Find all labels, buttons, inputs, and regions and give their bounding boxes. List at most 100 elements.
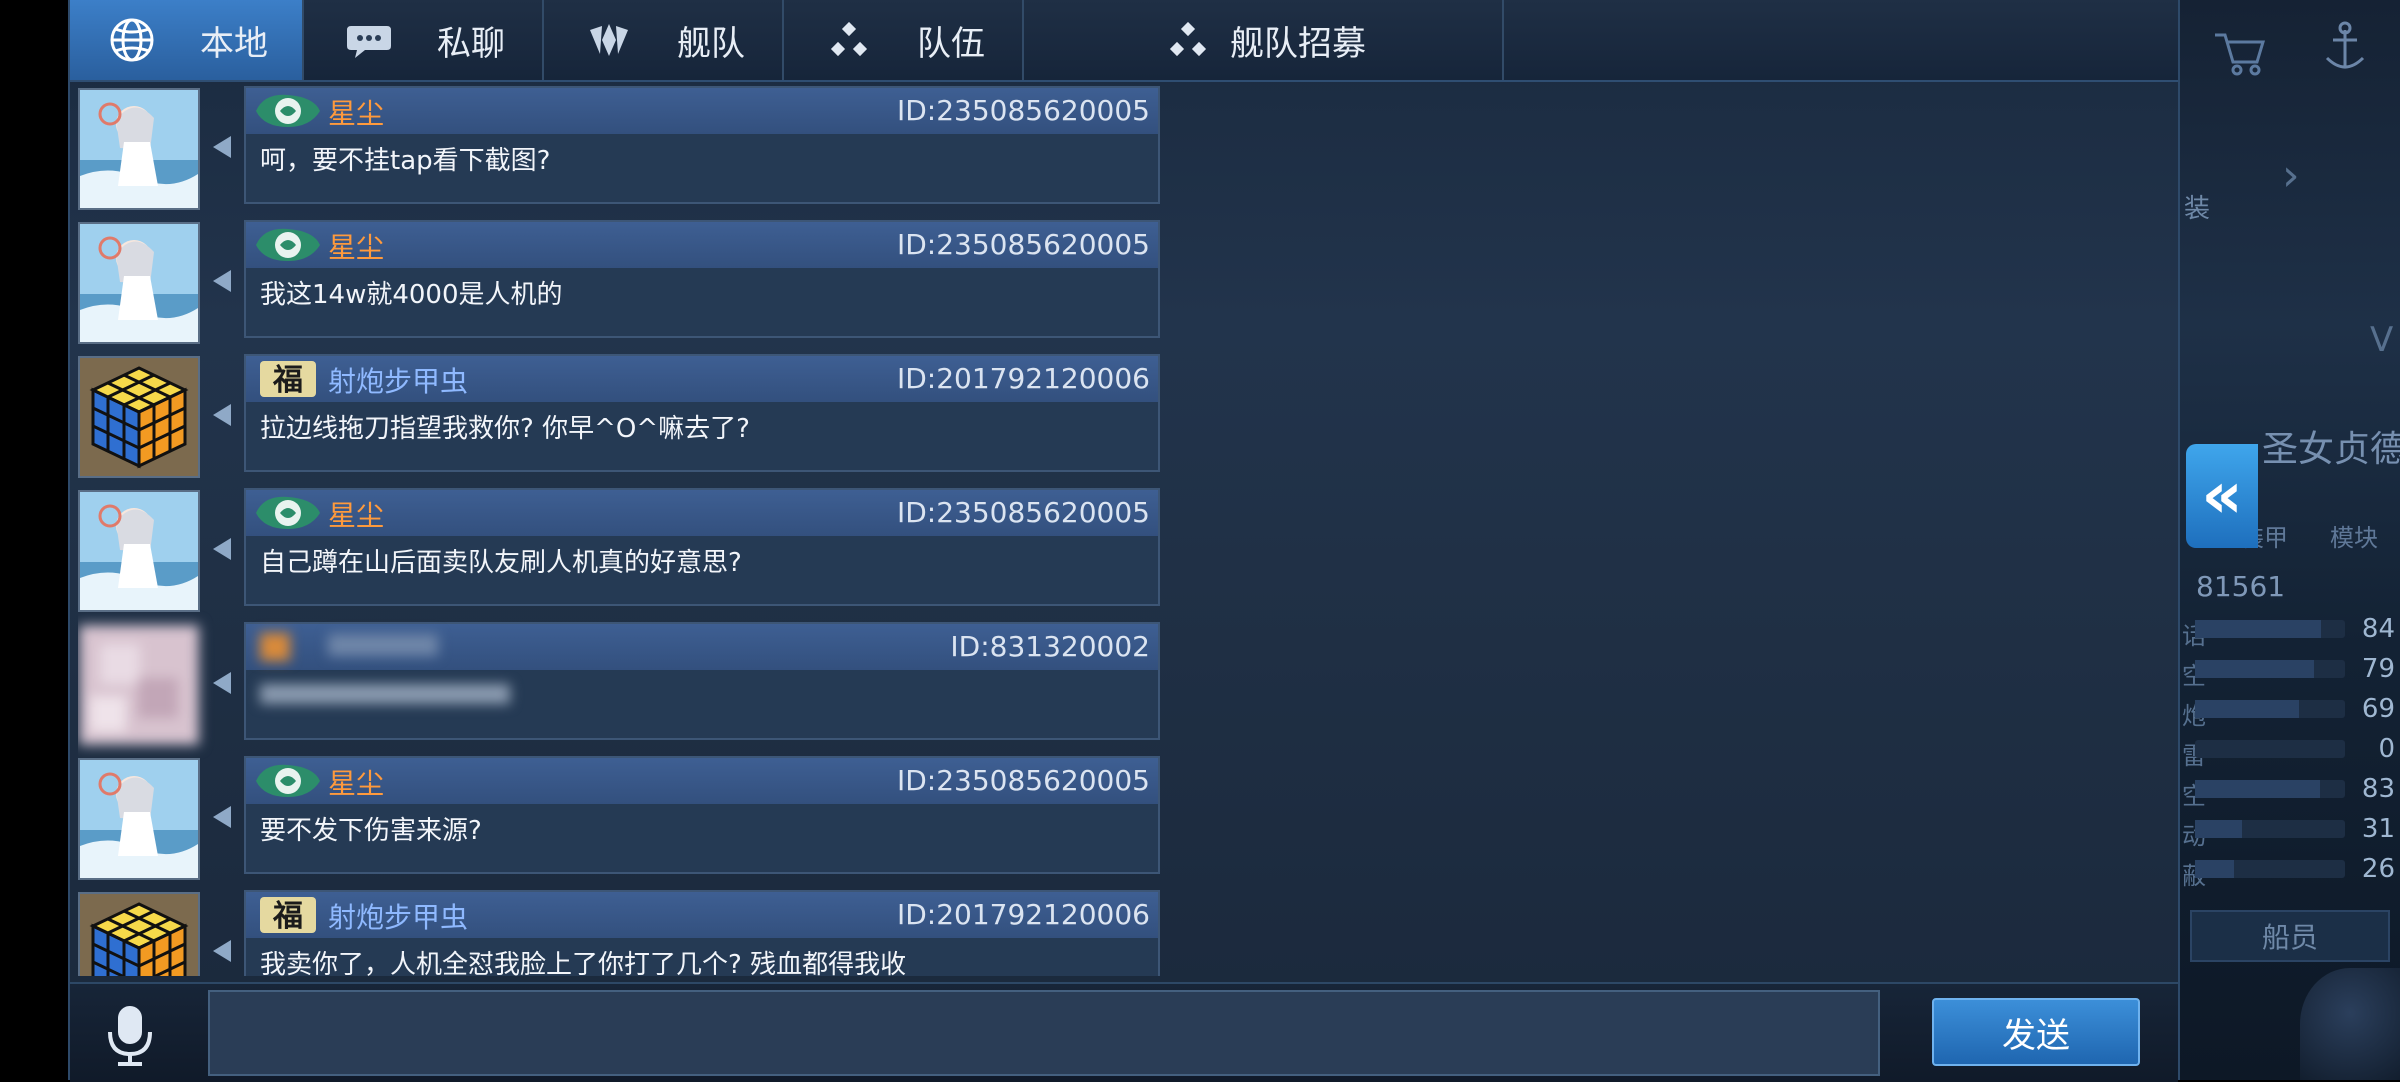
team-dots-icon [1160,12,1216,68]
player-id: ID:201792120006 [896,898,1150,931]
message-list[interactable]: 星尘 ID:235085620005 呵，要不挂tap看下截图? 星尘 ID:23508… [78,86,1178,976]
message-text: 我卖你了，人机全怼我脸上了你打了几个? 残血都得我收 [260,950,907,976]
message-text: 自己蹲在山后面卖队友刷人机真的好意思? [260,548,742,578]
message-bubble: 福射炮步甲虫 ID:201792120006 我卖你了，人机全怼我脸上了你打了几个?… [244,890,1160,976]
avatar[interactable] [78,758,200,880]
player-name[interactable]: 射炮步甲虫 [328,360,468,400]
stat-bar [2195,700,2345,718]
chat-message[interactable]: 福射炮步甲虫 ID:201792120006 拉边线拖刀指望我救你? 你早^O^嘛去… [78,354,1178,478]
stat-value: 31 [2361,814,2395,844]
ship-name: 圣女贞德 [2262,429,2400,470]
player-id: ID:235085620005 [896,228,1150,261]
message-header: 星尘 ID:235085620005 [246,222,1158,268]
stat-bar [2195,740,2345,758]
chat-message[interactable]: 星尘 ID:235085620005 自己蹲在山后面卖队友刷人机真的好意思? [78,488,1178,612]
stat-bar-fill [2195,660,2314,678]
cart-icon[interactable] [2195,20,2395,80]
stat-bar-fill [2195,860,2234,878]
avatar[interactable] [78,88,200,210]
stat-bar [2195,620,2345,638]
message-pointer [213,672,231,694]
tab-fleet[interactable]: 舰队 [544,0,784,80]
team-dots-icon [821,12,877,68]
send-button[interactable]: 发送 [1932,998,2140,1066]
message-text: 拉边线拖刀指望我救你? 你早^O^嘛去了? [260,414,750,444]
player-badge-icon: 福 [254,895,322,935]
top-right-icons [2195,20,2395,80]
player-name[interactable]: 星尘 [328,762,384,802]
side-arrow-icon[interactable]: › [2282,150,2322,210]
message-text: 要不发下伤害来源? [260,816,482,846]
stat-bar [2195,660,2345,678]
redacted-text [260,684,510,704]
message-pointer [213,270,231,292]
svg-text:福: 福 [272,899,303,934]
stat-value: 69 [2361,694,2395,724]
player-badge-icon [254,761,322,801]
tab-fleet-recruit[interactable]: 舰队招募 [1024,0,1504,80]
player-name[interactable]: 星尘 [328,494,384,534]
avatar[interactable] [78,892,200,976]
collapse-panel-button[interactable]: « [2186,444,2258,548]
message-pointer [213,136,231,158]
tab-private-chat[interactable]: 私聊 [304,0,544,80]
send-button-label: 发送 [2002,1015,2070,1056]
stat-bar-fill [2195,700,2299,718]
player-id: ID:235085620005 [896,764,1150,797]
player-id: ID:235085620005 [896,496,1150,529]
chat-message[interactable]: 星尘 ID:235085620005 要不发下伤害来源? [78,756,1178,880]
stat-bar [2195,780,2345,798]
chat-panel: 本地 私聊 舰队 队伍 舰队招募 星尘 ID:235085620005 呵，要不… [68,0,2180,1082]
message-text [246,670,1158,676]
message-header: ID:831320002 [246,624,1158,670]
tab-fleet-label: 舰队 [677,23,745,64]
stat-bar-fill [2195,620,2321,638]
message-bubble: 星尘 ID:235085620005 要不发下伤害来源? [244,756,1160,874]
avatar[interactable] [78,356,200,478]
stat-value: 26 [2361,854,2395,884]
stat-bar [2195,860,2345,878]
player-badge-icon [254,91,322,131]
tab-team-label: 队伍 [917,23,985,64]
avatar[interactable] [78,222,200,344]
stat-value: 0 [2378,734,2395,764]
crew-button[interactable]: 船员 [2190,910,2390,962]
player-name[interactable]: 星尘 [328,92,384,132]
message-bubble: 福射炮步甲虫 ID:201792120006 拉边线拖刀指望我救你? 你早^O^嘛去… [244,354,1160,472]
globe-icon [104,12,160,68]
channel-tabs: 本地 私聊 舰队 队伍 舰队招募 [70,0,2178,82]
message-text: 我这14w就4000是人机的 [260,280,563,310]
player-id: ID:831320002 [950,630,1150,663]
message-header: 福射炮步甲虫 ID:201792120006 [246,356,1158,402]
chat-input[interactable] [208,990,1880,1076]
microphone-icon[interactable] [100,1002,160,1068]
fleet-emblem-icon [581,12,637,68]
chat-message[interactable]: 星尘 ID:235085620005 我这14w就4000是人机的 [78,220,1178,344]
player-badge-icon [254,493,322,533]
message-bubble: ID:831320002 [244,622,1160,740]
player-badge-icon [254,627,322,667]
avatar[interactable] [78,490,200,612]
chat-message[interactable]: 星尘 ID:235085620005 呵，要不挂tap看下截图? [78,86,1178,210]
tab-fleet-recruit-label: 舰队招募 [1230,23,1366,64]
stat-bar-fill [2195,780,2320,798]
crew-button-label: 船员 [2261,921,2318,954]
input-bar: 发送 [70,982,2178,1082]
tab-local-label: 本地 [200,23,268,64]
tab-private-chat-label: 私聊 [437,23,505,64]
message-pointer [213,404,231,426]
tab-team[interactable]: 队伍 [784,0,1024,80]
captain-portrait[interactable] [2300,968,2400,1080]
player-badge-icon [254,225,322,265]
tab-local[interactable]: 本地 [70,0,304,80]
player-name[interactable]: 星尘 [328,226,384,266]
message-header: 星尘 ID:235085620005 [246,490,1158,536]
chat-message[interactable]: 福射炮步甲虫 ID:201792120006 我卖你了，人机全怼我脸上了你打了几个?… [78,890,1178,976]
chat-message[interactable]: ID:831320002 [78,622,1178,746]
message-bubble: 星尘 ID:235085620005 呵，要不挂tap看下截图? [244,86,1160,204]
player-id: ID:235085620005 [896,94,1150,127]
stat-bar-fill [2195,820,2242,838]
svg-text:福: 福 [272,363,303,398]
avatar[interactable] [78,624,200,746]
player-name[interactable]: 射炮步甲虫 [328,896,468,936]
